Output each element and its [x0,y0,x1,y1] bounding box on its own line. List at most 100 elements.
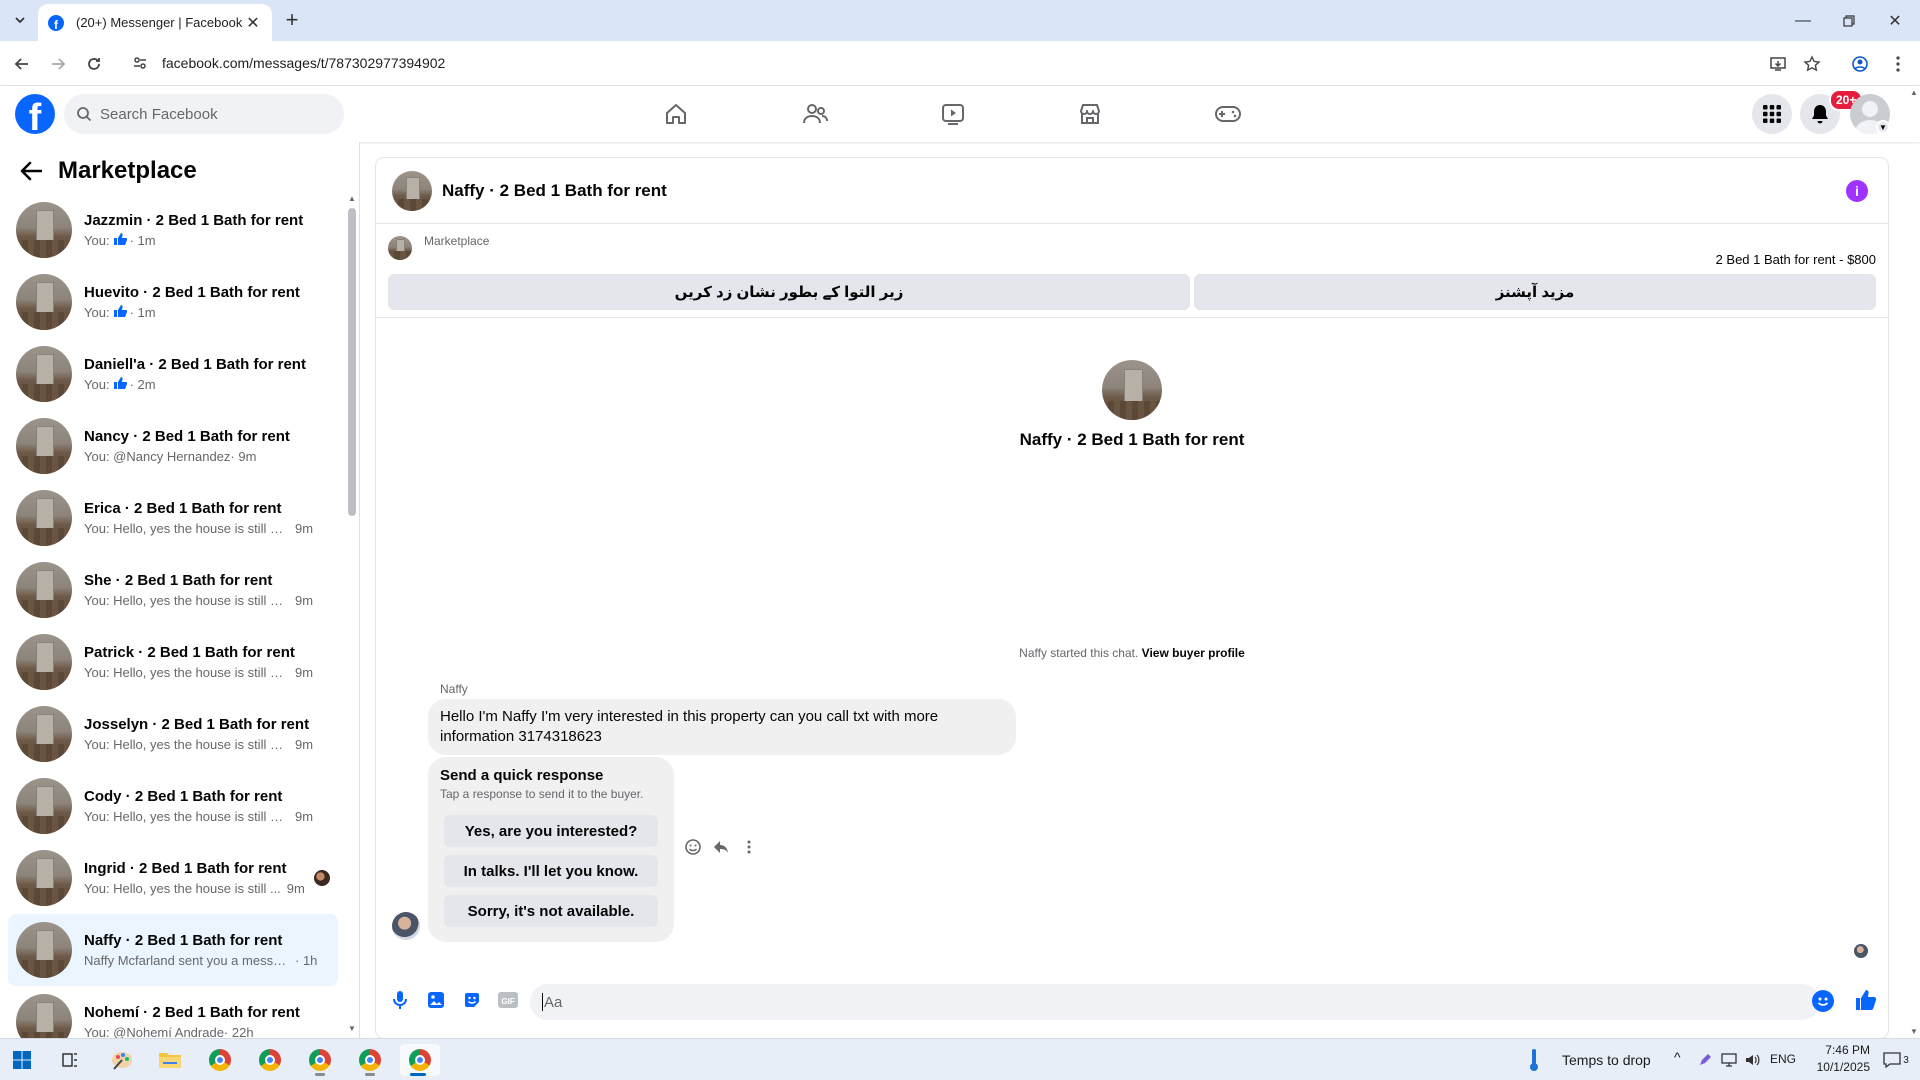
conversation-pane: Naffy · 2 Bed 1 Bath for rent i Marketpl… [376,158,1888,1038]
page-scrollbar[interactable]: ▲ ▼ [1908,86,1920,1038]
task-view-button[interactable] [52,1044,88,1076]
show-hidden-icons-chevron[interactable]: ^ [1674,1049,1681,1065]
chat-item-josselyn[interactable]: Josselyn · 2 Bed 1 Bath for rent You: He… [8,698,338,770]
reload-button[interactable] [80,50,108,78]
chat-item-naffy[interactable]: Naffy · 2 Bed 1 Bath for rent Naffy Mcfa… [8,914,338,986]
marketplace-title: Marketplace [58,157,197,184]
weather-text[interactable]: Temps to drop [1562,1052,1651,1068]
chat-item-nancy[interactable]: Nancy · 2 Bed 1 Bath for rent You: @Nanc… [8,410,338,482]
scroll-up-arrow[interactable]: ▲ [348,194,356,203]
arrow-right-icon [52,58,66,70]
pen-icon[interactable] [1694,1044,1716,1076]
profile-button[interactable] [1846,50,1874,78]
close-tab-icon[interactable]: ✕ [244,14,262,32]
chevron-down-icon [15,17,25,24]
close-window-button[interactable]: ✕ [1872,0,1918,41]
gif-icon[interactable]: GIF [496,988,520,1012]
scroll-up-arrow[interactable]: ▲ [1910,88,1918,97]
taskbar-chrome-active[interactable] [400,1044,440,1076]
address-bar[interactable]: facebook.com/messages/t/787302977394902 [122,46,1862,80]
browser-tab-messenger[interactable]: f (20+) Messenger | Facebook ✕ [38,4,272,41]
start-button[interactable] [4,1044,40,1076]
more-icon[interactable] [738,836,760,858]
chat-item-huevito[interactable]: Huevito · 2 Bed 1 Bath for rent You: · 1m [8,266,338,338]
chrome-icon [409,1049,431,1071]
install-app-button[interactable] [1764,50,1792,78]
site-info-icon[interactable] [130,53,150,73]
restore-window-button[interactable] [1826,0,1872,41]
taskbar-app-paint[interactable] [104,1044,140,1076]
chrome-icon [309,1049,331,1071]
nav-gaming[interactable] [1172,86,1284,142]
photo-icon[interactable] [424,988,448,1012]
minimize-window-button[interactable]: — [1780,0,1826,41]
back-button[interactable] [8,50,36,78]
quick-response-interested[interactable]: Yes, are you interested? [444,815,658,847]
language-indicator[interactable]: ENG [1770,1052,1796,1066]
chat-name: Ingrid · 2 Bed 1 Bath for rent [84,860,287,877]
sender-avatar[interactable] [392,912,420,940]
chat-item-patrick[interactable]: Patrick · 2 Bed 1 Bath for rent You: Hel… [8,626,338,698]
chat-preview: You: Hello, yes the house is still av... [84,737,289,752]
chat-time: 9m [295,521,314,536]
info-icon[interactable]: i [1846,180,1868,202]
message-input[interactable]: Aa [530,984,1820,1020]
chat-item-cody[interactable]: Cody · 2 Bed 1 Bath for rent You: Hello,… [8,770,338,842]
bookmark-button[interactable] [1798,50,1826,78]
nav-video[interactable] [897,86,1009,142]
account-caret-icon[interactable]: ▼ [1876,120,1890,134]
menu-button[interactable] [1752,94,1792,134]
mark-as-pending-button[interactable]: زیر التوا کے بطور نشان زد کریں [388,274,1190,310]
volume-icon[interactable] [1742,1044,1764,1076]
microphone-icon[interactable] [388,988,412,1012]
chrome-icon [259,1049,281,1071]
reply-icon[interactable] [710,836,732,858]
taskbar-chrome-2[interactable] [252,1044,288,1076]
chat-item-daniella[interactable]: Daniell'a · 2 Bed 1 Bath for rent You: · … [8,338,338,410]
nav-friends[interactable] [759,86,871,142]
taskbar-chrome-4[interactable] [352,1044,388,1076]
incoming-message[interactable]: Hello I'm Naffy I'm very interested in t… [428,699,1016,755]
notification-center-button[interactable]: 3 [1876,1044,1916,1076]
emoji-icon[interactable] [1812,990,1834,1012]
facebook-logo[interactable]: f [15,94,55,134]
sender-name: Naffy [440,682,468,696]
listing-thumbnail[interactable] [392,170,432,211]
conversation-title[interactable]: Naffy · 2 Bed 1 Bath for rent [442,181,667,201]
view-buyer-profile-link[interactable]: View buyer profile [1142,646,1245,660]
more-options-button[interactable]: مزید آپشنز [1194,274,1876,310]
chat-item-jazzmin[interactable]: Jazzmin · 2 Bed 1 Bath for rent You: · 1m [8,194,338,266]
clock-time[interactable]: 7:46 PM [1812,1043,1870,1057]
new-tab-button[interactable]: + [280,7,304,32]
chat-item-ingrid[interactable]: Ingrid · 2 Bed 1 Bath for rent You: Hell… [8,842,338,914]
taskbar-app-file-explorer[interactable] [152,1044,188,1076]
network-icon[interactable] [1718,1044,1740,1076]
react-icon[interactable] [682,836,704,858]
back-arrow-icon[interactable] [16,156,46,186]
nav-home[interactable] [620,86,732,142]
chat-name: Cody · 2 Bed 1 Bath for rent [84,788,283,805]
facebook-search-input[interactable]: Search Facebook [64,94,344,134]
thumbs-up-icon [113,377,127,389]
clock-date[interactable]: 10/1/2025 [1808,1060,1870,1074]
chat-list-scrollbar[interactable] [348,208,356,516]
listing-price[interactable]: 2 Bed 1 Bath for rent - $800 [1716,252,1876,267]
weather-icon[interactable] [1524,1044,1544,1076]
scroll-down-arrow[interactable]: ▼ [1910,1027,1918,1036]
tab-title: (20+) Messenger | Facebook [76,15,243,30]
nav-marketplace[interactable] [1034,86,1146,142]
tab-search-button[interactable] [8,8,32,32]
quick-response-in-talks[interactable]: In talks. I'll let you know. [444,855,658,887]
windows-taskbar: Temps to drop ^ ENG 7:46 PM 10/1/2025 3 [0,1038,1920,1080]
browser-menu-button[interactable] [1884,50,1912,78]
chat-item-she[interactable]: She · 2 Bed 1 Bath for rent You: Hello, … [8,554,338,626]
taskbar-chrome-1[interactable] [202,1044,238,1076]
sticker-icon[interactable] [460,988,484,1012]
quick-response-not-available[interactable]: Sorry, it's not available. [444,895,658,927]
taskbar-chrome-3[interactable] [302,1044,338,1076]
text-caret [542,993,543,1011]
scroll-down-arrow[interactable]: ▼ [348,1024,356,1033]
thumbs-up-send-icon[interactable] [1854,988,1878,1012]
forward-button[interactable] [44,50,72,78]
chat-item-erica[interactable]: Erica · 2 Bed 1 Bath for rent You: Hello… [8,482,338,554]
